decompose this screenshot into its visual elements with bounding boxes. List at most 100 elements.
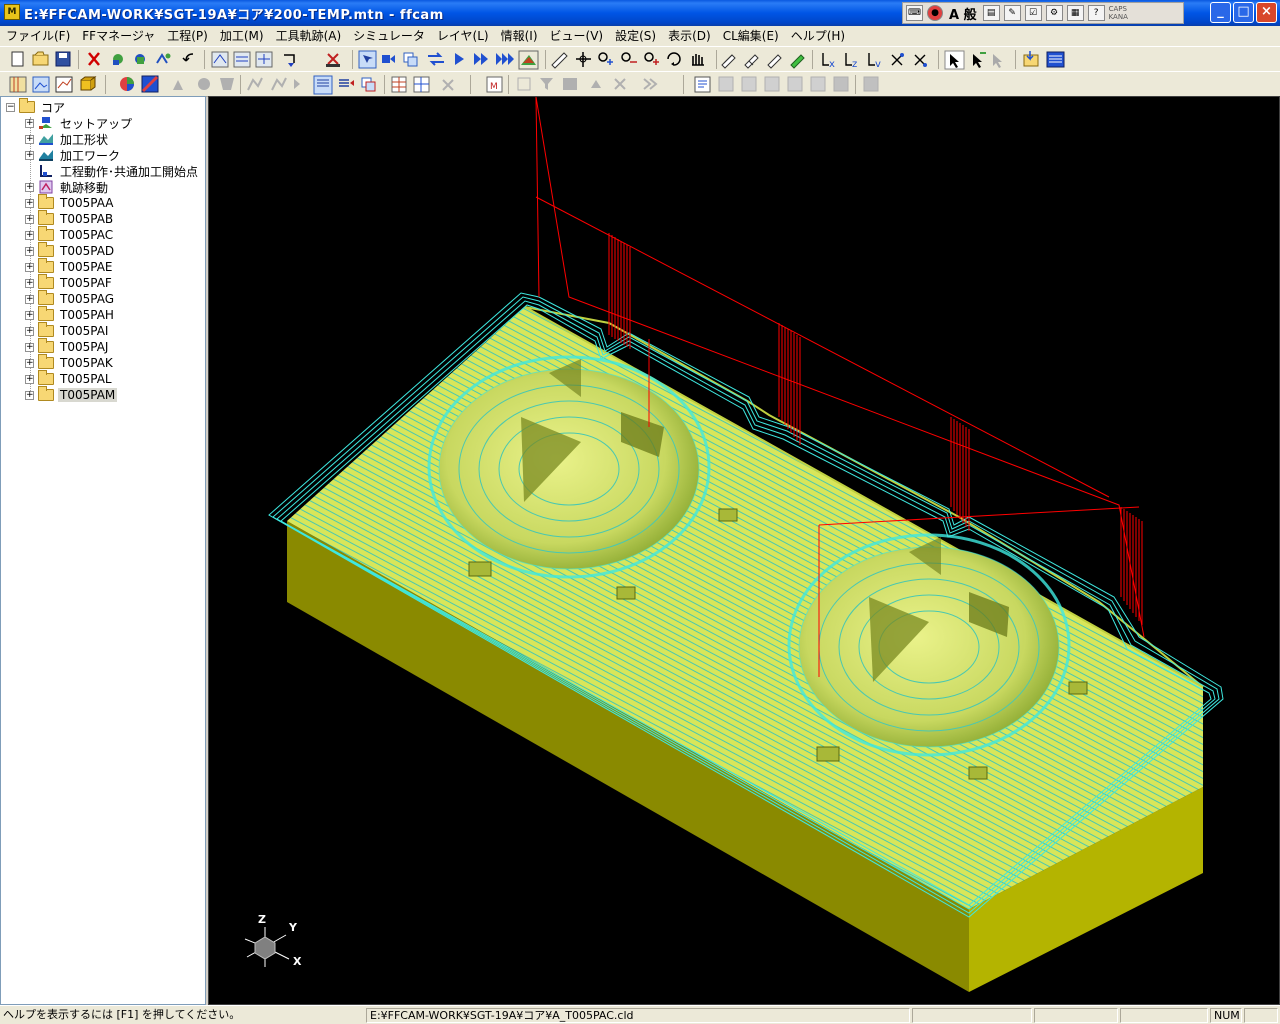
keyboard-icon[interactable]: ⌨	[906, 5, 923, 21]
machine-icon[interactable]: M	[486, 76, 503, 93]
tree-item-t005pak[interactable]: + T005PAK	[25, 354, 115, 371]
tool-active-icon[interactable]	[790, 54, 805, 69]
gallery-icon[interactable]	[32, 76, 50, 93]
tree-item-process-start[interactable]: 工程動作･共通加工開始点	[38, 163, 200, 179]
maximize-button[interactable]: □	[1233, 2, 1254, 23]
pan-hand-icon[interactable]	[692, 54, 704, 66]
expand-toggle[interactable]: +	[25, 374, 34, 384]
close-button[interactable]: ×	[1256, 2, 1277, 23]
tool-erase-icon[interactable]	[767, 54, 782, 69]
expand-toggle[interactable]: +	[25, 182, 34, 192]
tree-item-root[interactable]: − コア	[6, 98, 67, 115]
tree-item-t005paj[interactable]: + T005PAJ	[25, 338, 110, 355]
menu-display[interactable]: 表示(D)	[662, 26, 717, 46]
expand-toggle[interactable]: +	[25, 390, 34, 400]
tool-copy-icon[interactable]	[744, 54, 759, 69]
play-icon[interactable]	[455, 53, 464, 65]
color-wheel-icon[interactable]	[120, 77, 134, 91]
path-copy-icon[interactable]	[403, 52, 418, 67]
process-tree-panel[interactable]: − コア + セットアップ + 加工形状 + 加工ワーク 工程動作･共通加工開始…	[0, 96, 206, 1005]
expand-toggle[interactable]: +	[25, 326, 34, 336]
tools-icon[interactable]: ✎	[1003, 5, 1021, 21]
tree-item-t005pae[interactable]: + T005PAE	[25, 258, 115, 275]
axis-xyz-icon[interactable]	[914, 54, 927, 67]
rotate-icon[interactable]	[667, 52, 681, 66]
new-file-icon[interactable]	[11, 51, 24, 67]
menu-help[interactable]: ヘルプ(H)	[785, 26, 851, 46]
bookmark-icon[interactable]: ▦	[1066, 5, 1084, 21]
doc-view-icon[interactable]	[694, 76, 711, 93]
menu-toolpath[interactable]: 工具軌跡(A)	[270, 26, 348, 46]
play-all-icon[interactable]	[496, 53, 514, 65]
tree-item-t005pah[interactable]: + T005PAH	[25, 306, 116, 323]
axis-x-icon[interactable]: x	[822, 53, 835, 70]
menu-ff-manager[interactable]: FFマネージャ	[76, 26, 161, 46]
axis-v-icon[interactable]: v	[868, 53, 881, 70]
settings-icon[interactable]: ⚙	[1045, 5, 1063, 21]
select-all-icon[interactable]	[358, 50, 377, 69]
cld-path-icon[interactable]	[233, 51, 251, 68]
display-mode-icon[interactable]	[141, 75, 159, 93]
tree-item-path-move[interactable]: + 軌跡移動	[25, 179, 110, 195]
expand-toggle[interactable]: +	[25, 214, 34, 224]
expand-toggle[interactable]: +	[25, 118, 34, 128]
tree-item-t005pab[interactable]: + T005PAB	[25, 210, 115, 227]
stock-model-icon[interactable]	[518, 50, 539, 70]
menu-process[interactable]: 工程(P)	[161, 26, 214, 46]
fast-forward-icon[interactable]	[474, 53, 488, 65]
tree-item-machining-shape[interactable]: + 加工形状	[25, 131, 110, 147]
tree-item-t005pam[interactable]: + T005PAM	[25, 386, 118, 403]
expand-toggle[interactable]: +	[25, 198, 34, 208]
expand-toggle[interactable]: +	[25, 358, 34, 368]
tree-item-t005pai[interactable]: + T005PAI	[25, 322, 110, 339]
expand-toggle[interactable]: +	[25, 134, 34, 144]
pointer-select-icon[interactable]	[973, 52, 986, 68]
tree-item-t005pad[interactable]: + T005PAD	[25, 242, 116, 259]
point-remove-icon[interactable]	[621, 52, 637, 63]
point-split-icon[interactable]	[644, 52, 659, 65]
shape-link-icon[interactable]	[156, 53, 171, 64]
measure-icon[interactable]	[551, 52, 568, 69]
tree-item-t005pac[interactable]: + T005PAC	[25, 226, 115, 243]
menu-info[interactable]: 情報(I)	[495, 26, 544, 46]
delete-icon[interactable]	[88, 52, 100, 66]
tree-item-t005paa[interactable]: + T005PAA	[25, 194, 115, 211]
path-cut-icon[interactable]	[326, 53, 340, 67]
path-start-icon[interactable]	[382, 55, 395, 63]
save-file-icon[interactable]	[55, 51, 71, 67]
report-icon[interactable]	[55, 76, 73, 93]
axis-z-icon[interactable]: z	[845, 53, 857, 70]
shape-edit-icon[interactable]	[135, 54, 145, 64]
expand-toggle[interactable]: +	[25, 310, 34, 320]
pointer-icon[interactable]	[944, 50, 965, 70]
line-path-icon[interactable]	[211, 51, 229, 68]
undo-icon[interactable]	[182, 53, 194, 62]
expand-toggle[interactable]: +	[25, 150, 34, 160]
zoom-window-icon[interactable]	[993, 54, 1002, 68]
menu-file[interactable]: ファイル(F)	[0, 26, 76, 46]
ime-pad-icon[interactable]: ●	[927, 5, 943, 21]
nc-output-icon[interactable]	[1023, 51, 1039, 67]
expand-toggle[interactable]: +	[25, 278, 34, 288]
clp-path-icon[interactable]	[255, 51, 273, 68]
3d-viewport[interactable]: Z Y X	[208, 96, 1280, 1005]
menu-simulator[interactable]: シミュレータ	[347, 26, 431, 46]
list-arrow-icon[interactable]	[339, 79, 354, 87]
ime-input-mode[interactable]: A 般	[947, 4, 979, 23]
grid-icon[interactable]	[413, 76, 430, 93]
layer-panel-icon[interactable]	[9, 76, 27, 93]
axis-xy-icon[interactable]	[891, 53, 904, 66]
menu-machining[interactable]: 加工(M)	[214, 26, 270, 46]
minimize-button[interactable]: _	[1210, 2, 1231, 23]
collapse-toggle[interactable]: −	[6, 102, 15, 112]
menu-cl-edit[interactable]: CL編集(E)	[717, 26, 785, 46]
path-down-icon[interactable]	[284, 54, 295, 67]
tool-edit-icon[interactable]	[721, 54, 736, 69]
ime-language-bar[interactable]: ⌨ ● A 般 ▤ ✎ ☑ ⚙ ▦ ? CAPS KANA	[902, 2, 1184, 24]
menu-view[interactable]: ビュー(V)	[544, 26, 610, 46]
expand-toggle[interactable]: +	[25, 230, 34, 240]
tree-item-setup[interactable]: + セットアップ	[25, 115, 134, 131]
tree-item-t005pag[interactable]: + T005PAG	[25, 290, 116, 307]
tree-item-workpiece[interactable]: + 加工ワーク	[25, 147, 122, 163]
point-add-icon[interactable]	[598, 52, 613, 65]
